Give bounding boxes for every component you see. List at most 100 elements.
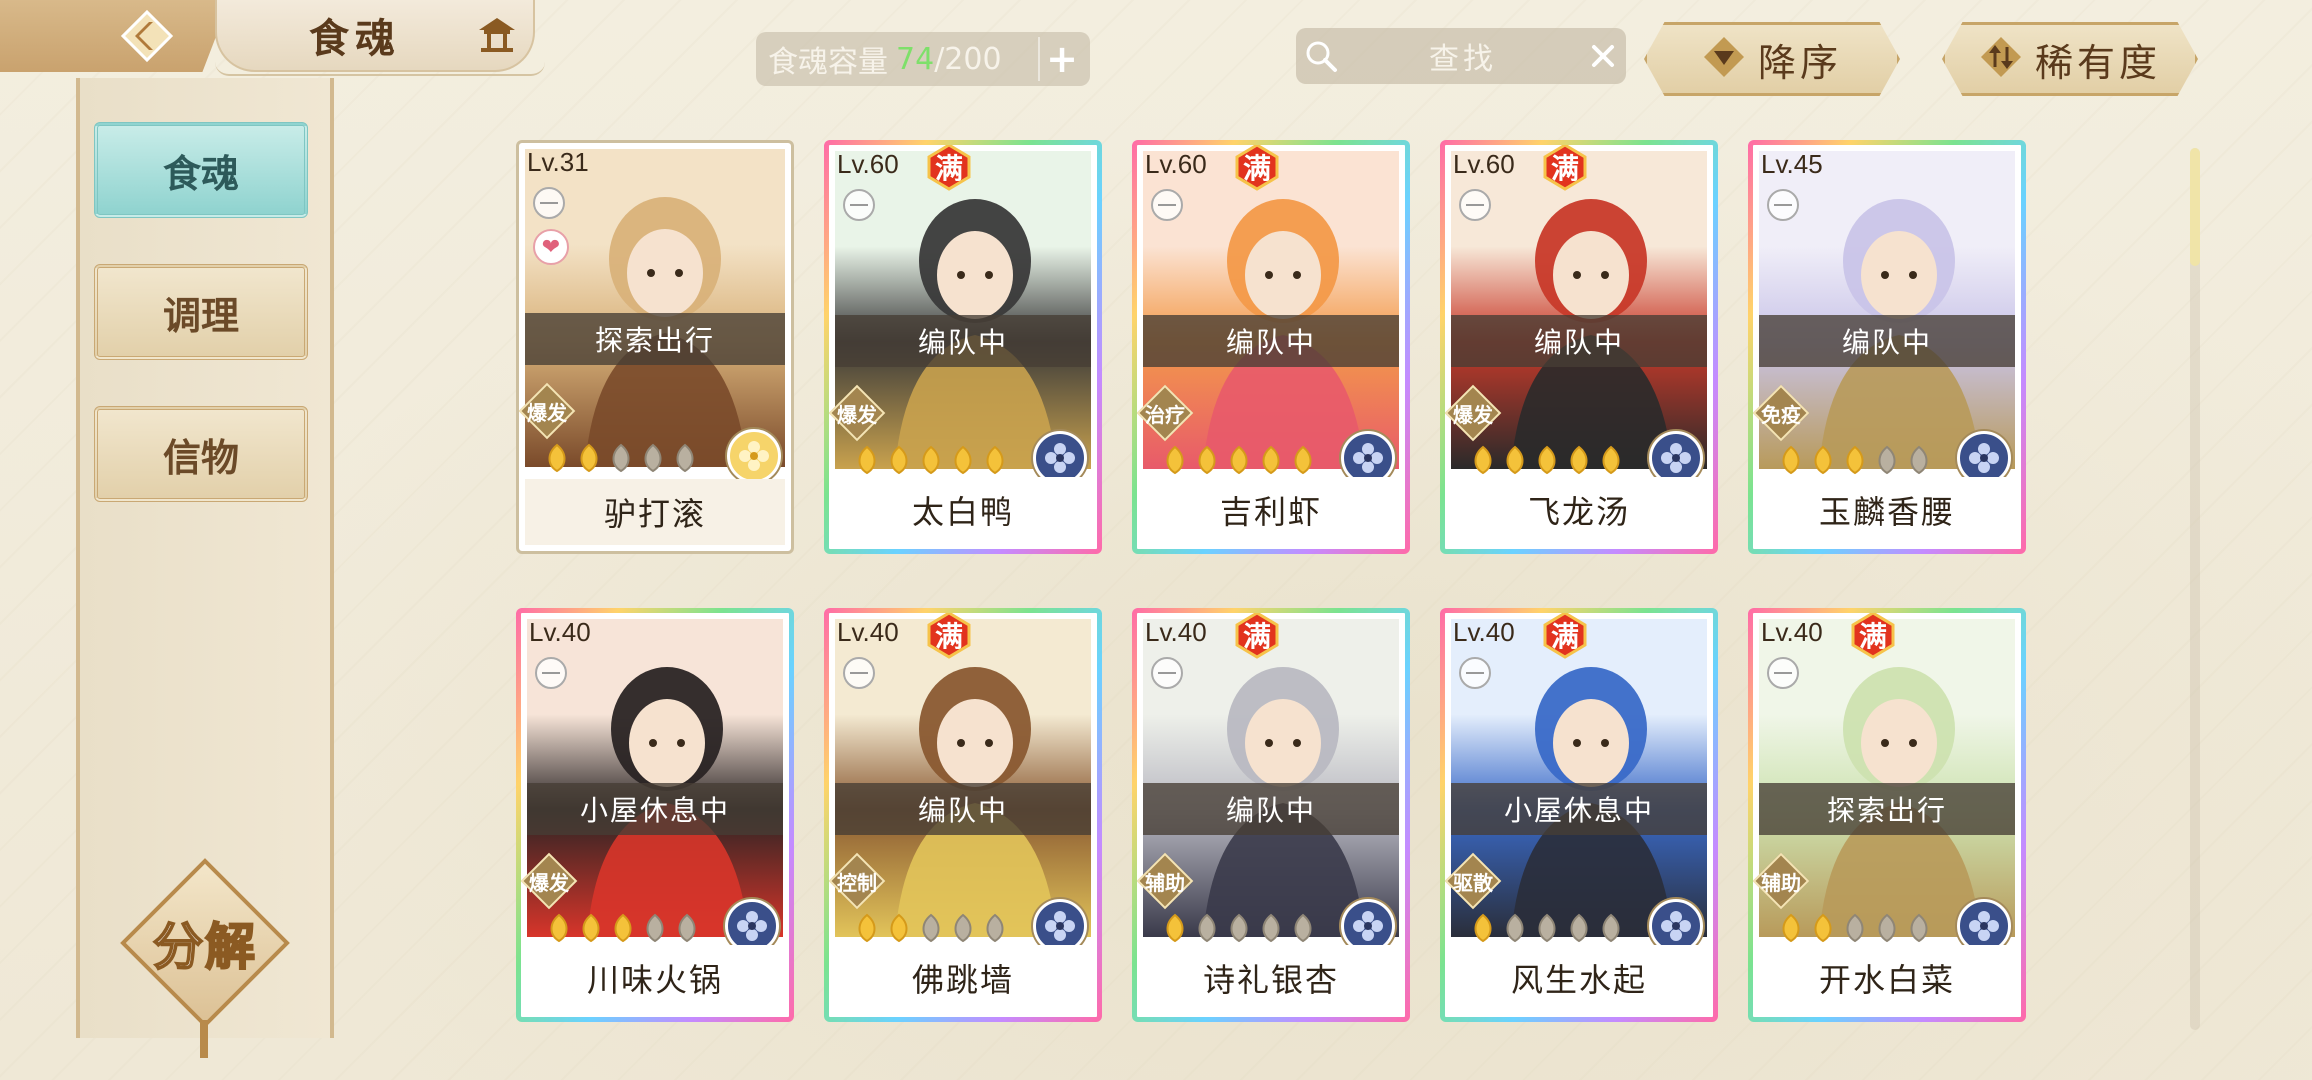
food-soul-card[interactable]: Lv.40 满小屋休息中 驱散 风生水起 — [1440, 608, 1718, 1022]
star-empty-icon — [1597, 913, 1625, 943]
lock-icon[interactable] — [1767, 189, 1799, 221]
capacity-label: 食魂容量 — [768, 45, 888, 80]
status-label: 探索出行 — [1759, 783, 2015, 835]
level-label: Lv.40 — [1761, 617, 1823, 647]
food-soul-card[interactable]: Lv.40 满编队中 控制 佛跳墙 — [824, 608, 1102, 1022]
max-level-badge: 满 — [1541, 145, 1589, 191]
character-name: 驴打滚 — [525, 479, 785, 545]
tab-tokens[interactable]: 信物 — [94, 406, 308, 502]
status-label: 编队中 — [835, 315, 1091, 367]
star-filled-icon — [543, 443, 571, 473]
food-soul-card[interactable]: Lv.60 满编队中 治疗 吉利虾 — [1132, 140, 1410, 554]
back-arrow-icon[interactable] — [118, 7, 176, 65]
star-filled-icon — [981, 445, 1009, 475]
lock-icon[interactable] — [1151, 657, 1183, 689]
star-rating — [1469, 913, 1625, 943]
star-filled-icon — [1501, 445, 1529, 475]
lock-icon[interactable] — [843, 189, 875, 221]
search-box[interactable]: 查找 — [1296, 28, 1626, 84]
status-label: 探索出行 — [525, 313, 785, 365]
star-rating — [1161, 913, 1317, 943]
title-underline — [215, 62, 545, 76]
role-badge: 爆发 — [1445, 384, 1502, 442]
food-soul-card[interactable]: Lv.40 满探索出行 辅助 开水白菜 — [1748, 608, 2026, 1022]
swap-sort-icon — [1979, 35, 2023, 83]
max-level-badge: 满 — [925, 145, 973, 191]
food-soul-card[interactable]: Lv.40 小屋休息中 爆发 川味火锅 — [516, 608, 794, 1022]
character-name: 风生水起 — [1451, 945, 1707, 1011]
level-label: Lv.40 — [1453, 617, 1515, 647]
food-soul-card[interactable]: Lv.60 满编队中 爆发 太白鸭 — [824, 140, 1102, 554]
star-empty-icon — [1841, 913, 1869, 943]
status-label: 编队中 — [1759, 315, 2015, 367]
role-text: 辅助 — [1761, 870, 1801, 895]
role-badge: 免疫 — [1753, 384, 1810, 442]
star-empty-icon — [1193, 913, 1221, 943]
star-empty-icon — [1905, 913, 1933, 943]
star-filled-icon — [1161, 913, 1189, 943]
star-filled-icon — [1777, 445, 1805, 475]
food-soul-card[interactable]: Lv.31 ❤ 探索出行 爆发 驴打滚 — [516, 140, 794, 554]
star-filled-icon — [1809, 913, 1837, 943]
sort-order-button[interactable]: 降序 — [1644, 22, 1900, 96]
max-level-badge: 满 — [1233, 145, 1281, 191]
tassel-decoration — [200, 1020, 208, 1058]
star-empty-icon — [673, 913, 701, 943]
star-empty-icon — [607, 443, 635, 473]
star-filled-icon — [1225, 445, 1253, 475]
star-filled-icon — [1469, 913, 1497, 943]
star-rating — [1161, 445, 1317, 475]
star-empty-icon — [1501, 913, 1529, 943]
search-input[interactable]: 查找 — [1346, 34, 1580, 78]
role-badge: 辅助 — [1137, 852, 1194, 910]
role-text: 驱散 — [1453, 870, 1493, 895]
star-filled-icon — [917, 445, 945, 475]
role-text: 爆发 — [527, 400, 567, 425]
star-filled-icon — [1809, 445, 1837, 475]
star-empty-icon — [1565, 913, 1593, 943]
star-filled-icon — [609, 913, 637, 943]
food-soul-card[interactable]: Lv.45 编队中 免疫 玉麟香腰 — [1748, 140, 2026, 554]
pavilion-icon — [475, 14, 519, 58]
lock-icon[interactable] — [1459, 657, 1491, 689]
sort-field-label: 稀有度 — [2034, 40, 2161, 85]
lock-icon[interactable] — [843, 657, 875, 689]
lock-icon[interactable] — [1767, 657, 1799, 689]
status-label: 编队中 — [835, 783, 1091, 835]
decompose-label: 分解 — [152, 916, 257, 977]
add-capacity-button[interactable]: + — [1038, 37, 1084, 81]
tab-food-souls[interactable]: 食魂 — [94, 122, 308, 218]
status-label: 小屋休息中 — [527, 783, 783, 835]
star-filled-icon — [1841, 445, 1869, 475]
sort-field-button[interactable]: 稀有度 — [1942, 22, 2198, 96]
decompose-button[interactable]: 分解 — [120, 858, 290, 1058]
star-filled-icon — [1161, 445, 1189, 475]
lock-icon[interactable] — [533, 187, 565, 219]
character-name: 飞龙汤 — [1451, 477, 1707, 543]
capacity-current: 74 — [896, 41, 935, 77]
tab-cuisine[interactable]: 调理 — [94, 264, 308, 360]
star-rating — [543, 443, 699, 473]
food-soul-card[interactable]: Lv.40 满编队中 辅助 诗礼银杏 — [1132, 608, 1410, 1022]
scrollbar-thumb[interactable] — [2190, 148, 2200, 266]
role-text: 爆发 — [1453, 402, 1493, 427]
lock-icon[interactable] — [535, 657, 567, 689]
star-rating — [1777, 913, 1933, 943]
role-badge: 爆发 — [829, 384, 886, 442]
clear-search-icon[interactable] — [1580, 28, 1626, 84]
level-label: Lv.40 — [1145, 617, 1207, 647]
status-label: 小屋休息中 — [1451, 783, 1707, 835]
lock-icon[interactable] — [1151, 189, 1183, 221]
role-badge: 控制 — [829, 852, 886, 910]
star-filled-icon — [1289, 445, 1317, 475]
star-filled-icon — [1257, 445, 1285, 475]
star-filled-icon — [1565, 445, 1593, 475]
star-empty-icon — [1905, 445, 1933, 475]
scrollbar[interactable] — [2190, 148, 2200, 1030]
star-filled-icon — [885, 913, 913, 943]
food-soul-card[interactable]: Lv.60 满编队中 爆发 飞龙汤 — [1440, 140, 1718, 554]
star-empty-icon — [1289, 913, 1317, 943]
star-rating — [853, 445, 1009, 475]
lock-icon[interactable] — [1459, 189, 1491, 221]
star-empty-icon — [917, 913, 945, 943]
